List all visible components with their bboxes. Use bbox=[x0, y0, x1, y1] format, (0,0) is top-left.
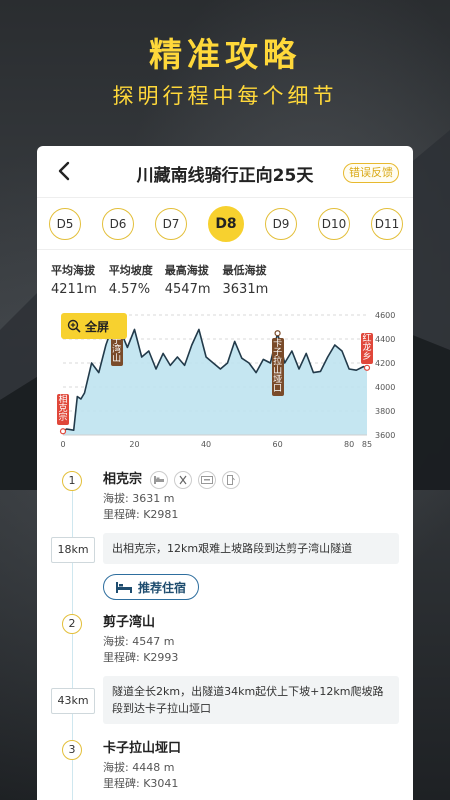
back-button[interactable] bbox=[51, 158, 77, 184]
stat-label: 最高海拔 bbox=[164, 264, 209, 277]
stop-item: 3 卡子拉山垭口 海拔: 4448 m 里程碑: K3041 bbox=[37, 738, 413, 792]
stop-number: 2 bbox=[62, 614, 82, 634]
top-bar: 川藏南线骑行正向25天 错误反馈 bbox=[37, 146, 413, 198]
route-timeline: 1 相克宗 海拔: 3631 m 里程碑: K2981 18km 出相克宗，12… bbox=[37, 461, 413, 800]
stop-number: 1 bbox=[62, 471, 82, 491]
day-tab[interactable]: D9 bbox=[265, 207, 297, 240]
recommended-lodging-button[interactable]: 推荐住宿 bbox=[103, 574, 199, 600]
stat-item: 最低海拔 3631m bbox=[223, 262, 269, 297]
stop-milestone: 里程碑: K2993 bbox=[103, 651, 179, 664]
stop-name-row: 相克宗 bbox=[103, 469, 413, 491]
stop-number: 3 bbox=[62, 740, 82, 760]
stat-label: 平均坡度 bbox=[108, 264, 153, 277]
stat-value: 3631m bbox=[222, 282, 269, 297]
bed-icon bbox=[150, 471, 169, 489]
stop-item: 2 剪子湾山 海拔: 4547 m 里程碑: K2993 bbox=[37, 612, 413, 666]
stat-item: 平均海拔 4211m bbox=[51, 262, 97, 297]
route-segment: 18km 出相克宗，12km艰难上坡路段到达剪子湾山隧道 bbox=[37, 533, 413, 564]
day-tab-active[interactable]: D8 bbox=[208, 205, 244, 242]
stat-label: 最低海拔 bbox=[222, 264, 267, 277]
day-selector: D5 D6 D7 D8 D9 D10 D11 bbox=[37, 198, 413, 250]
food-icon bbox=[174, 471, 193, 489]
stop-name: 相克宗 bbox=[103, 472, 143, 487]
stat-item: 最高海拔 4547m bbox=[165, 262, 211, 297]
segment-distance: 43km bbox=[51, 688, 95, 714]
bed-icon bbox=[115, 581, 132, 593]
atm-icon bbox=[198, 471, 217, 489]
stat-value: 4.57% bbox=[108, 282, 151, 297]
stop-altitude: 海拔: 4448 m bbox=[103, 761, 175, 774]
stat-item: 平均坡度 4.57% bbox=[109, 262, 153, 297]
day-tab[interactable]: D7 bbox=[155, 207, 187, 240]
lodging-label: 推荐住宿 bbox=[137, 580, 186, 595]
promo-subline: 探明行程中每个细节 bbox=[112, 84, 338, 108]
fullscreen-button[interactable]: 全屏 bbox=[61, 313, 127, 339]
error-report-button[interactable]: 错误反馈 bbox=[343, 163, 399, 183]
chart-marker-label: 卡子拉山垭口 bbox=[271, 338, 284, 397]
stop-milestone: 里程碑: K3041 bbox=[103, 777, 179, 790]
stop-name: 卡子拉山垭口 bbox=[103, 741, 182, 756]
stop-altitude: 海拔: 4547 m bbox=[103, 635, 175, 648]
segment-description: 隧道全长2km，出隧道34km起伏上下坡+12km爬坡路段到达卡子拉山垭口 bbox=[103, 676, 399, 724]
route-card: 川藏南线骑行正向25天 错误反馈 D5 D6 D7 D8 D9 D10 D11 … bbox=[37, 146, 413, 800]
stat-value: 4211m bbox=[51, 282, 97, 297]
stop-milestone: 里程碑: K2981 bbox=[103, 508, 179, 521]
segment-distance: 18km bbox=[51, 537, 95, 563]
amenity-icons bbox=[150, 471, 246, 489]
stop-name: 剪子湾山 bbox=[103, 615, 156, 630]
stats-row: 平均海拔 4211m 平均坡度 4.57% 最高海拔 4547m 最低海拔 36… bbox=[37, 250, 413, 297]
day-tab[interactable]: D10 bbox=[318, 207, 350, 240]
chart-marker-label: 相克宗 bbox=[57, 394, 69, 426]
fullscreen-label: 全屏 bbox=[85, 319, 110, 334]
elevation-chart: 全屏 4600 4400 4200 4000 3800 3600 0 20 40 60 80 85 相… bbox=[37, 301, 413, 461]
segment-description: 出相克宗，12km艰难上坡路段到达剪子湾山隧道 bbox=[103, 533, 399, 564]
stop-altitude: 海拔: 3631 m bbox=[103, 492, 175, 505]
day-tab[interactable]: D5 bbox=[49, 207, 81, 240]
chevron-left-icon bbox=[58, 161, 70, 181]
stat-label: 平均海拔 bbox=[51, 264, 95, 277]
day-tab[interactable]: D6 bbox=[102, 207, 134, 240]
promo-headline: 精准攻略 bbox=[149, 35, 301, 74]
zoom-in-icon bbox=[67, 319, 81, 333]
chart-marker-label: 红龙乡 bbox=[361, 332, 373, 364]
stop-item: 1 相克宗 海拔: 3631 m 里程碑: K2981 bbox=[37, 469, 413, 523]
fuel-icon bbox=[222, 471, 241, 489]
route-segment: 43km 隧道全长2km，出隧道34km起伏上下坡+12km爬坡路段到达卡子拉山… bbox=[37, 676, 413, 724]
day-tab[interactable]: D11 bbox=[371, 207, 403, 240]
stat-value: 4547m bbox=[164, 282, 211, 297]
